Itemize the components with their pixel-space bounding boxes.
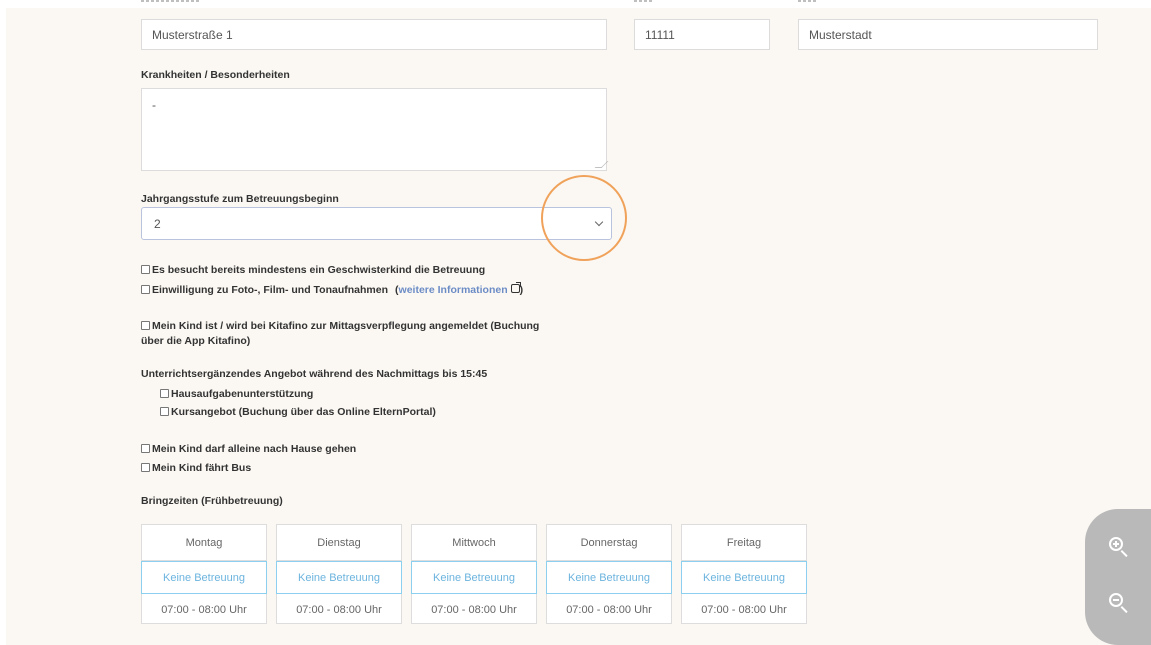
- city-input[interactable]: Musterstadt: [798, 19, 1098, 50]
- lunch-label-line2: über die App Kitafino): [141, 335, 251, 347]
- walk-alone-label: Mein Kind darf alleine nach Hause gehen: [152, 443, 357, 455]
- sibling-row[interactable]: Es besucht bereits mindestens ein Geschw…: [141, 264, 485, 276]
- day-name: Mittwoch: [412, 525, 536, 561]
- sibling-label: Es besucht bereits mindestens ein Geschw…: [152, 264, 486, 276]
- course-checkbox[interactable]: [160, 407, 169, 416]
- illness-label: Krankheiten / Besonderheiten: [141, 69, 290, 81]
- day-card-monday: Montag Keine Betreuung 07:00 - 08:00 Uhr: [141, 524, 267, 624]
- day-option-button[interactable]: Keine Betreuung: [546, 561, 672, 594]
- homework-checkbox[interactable]: [160, 389, 169, 398]
- day-time-slot[interactable]: 07:00 - 08:00 Uhr: [142, 594, 266, 625]
- day-card-friday: Freitag Keine Betreuung 07:00 - 08:00 Uh…: [681, 524, 807, 624]
- day-time-slot[interactable]: 07:00 - 08:00 Uhr: [547, 594, 671, 625]
- day-time-slot[interactable]: 07:00 - 08:00 Uhr: [412, 594, 536, 625]
- street-input[interactable]: Musterstraße 1: [141, 19, 607, 50]
- day-name: Donnerstag: [547, 525, 671, 561]
- day-name: Dienstag: [277, 525, 401, 561]
- homework-row[interactable]: Hausaufgabenunterstützung: [160, 388, 313, 400]
- zip-input[interactable]: 11111: [634, 19, 770, 50]
- grade-selected-value: 2: [154, 216, 161, 231]
- sibling-checkbox[interactable]: [141, 265, 150, 274]
- lunch-checkbox[interactable]: [141, 321, 150, 330]
- day-card-wednesday: Mittwoch Keine Betreuung 07:00 - 08:00 U…: [411, 524, 537, 624]
- day-option-button[interactable]: Keine Betreuung: [411, 561, 537, 594]
- day-name: Freitag: [682, 525, 806, 561]
- click-highlight-ring: [541, 175, 627, 261]
- more-info-link[interactable]: weitere Informationen: [399, 284, 508, 296]
- bus-row[interactable]: Mein Kind fährt Bus: [141, 462, 251, 474]
- day-option-button[interactable]: Keine Betreuung: [141, 561, 267, 594]
- course-label: Kursangebot (Buchung über das Online Elt…: [171, 406, 436, 418]
- course-row[interactable]: Kursangebot (Buchung über das Online Elt…: [160, 406, 436, 418]
- grade-label: Jahrgangsstufe zum Betreuungsbeginn: [141, 193, 339, 205]
- illness-textarea[interactable]: -: [141, 88, 607, 171]
- zip-value: 11111: [645, 27, 675, 42]
- illness-value: -: [152, 98, 156, 112]
- day-name: Montag: [142, 525, 266, 561]
- zoom-controls: [1085, 509, 1151, 645]
- day-card-tuesday: Dienstag Keine Betreuung 07:00 - 08:00 U…: [276, 524, 402, 624]
- photo-consent-checkbox[interactable]: [141, 285, 150, 294]
- lunch-label-line1: Mein Kind ist / wird bei Kitafino zur Mi…: [152, 320, 540, 332]
- walk-alone-row[interactable]: Mein Kind darf alleine nach Hause gehen: [141, 443, 356, 455]
- day-time-slot[interactable]: 07:00 - 08:00 Uhr: [277, 594, 401, 625]
- day-option-button[interactable]: Keine Betreuung: [276, 561, 402, 594]
- day-time-slot[interactable]: 07:00 - 08:00 Uhr: [682, 594, 806, 625]
- day-card-thursday: Donnerstag Keine Betreuung 07:00 - 08:00…: [546, 524, 672, 624]
- homework-label: Hausaufgabenunterstützung: [171, 388, 314, 400]
- zip-label-cut: [634, 0, 654, 2]
- zoom-in-button[interactable]: [1107, 535, 1133, 561]
- city-label-cut: [798, 0, 816, 2]
- city-value: Musterstadt: [809, 27, 872, 42]
- lunch-row[interactable]: Mein Kind ist / wird bei Kitafino zur Mi…: [141, 320, 539, 332]
- photo-consent-row[interactable]: Einwilligung zu Foto-, Film- und Tonaufn…: [141, 282, 523, 296]
- bus-label: Mein Kind fährt Bus: [152, 462, 252, 474]
- bus-checkbox[interactable]: [141, 463, 150, 472]
- street-label-cut: [141, 0, 201, 2]
- zoom-out-button[interactable]: [1107, 591, 1133, 617]
- bring-times-label: Bringzeiten (Frühbetreuung): [141, 495, 283, 507]
- photo-consent-label: Einwilligung zu Foto-, Film- und Tonaufn…: [152, 284, 389, 296]
- afternoon-label: Unterrichtsergänzendes Angebot während d…: [141, 368, 488, 380]
- external-link-icon[interactable]: [510, 282, 521, 293]
- walk-alone-checkbox[interactable]: [141, 444, 150, 453]
- street-value: Musterstraße 1: [152, 27, 233, 42]
- day-option-button[interactable]: Keine Betreuung: [681, 561, 807, 594]
